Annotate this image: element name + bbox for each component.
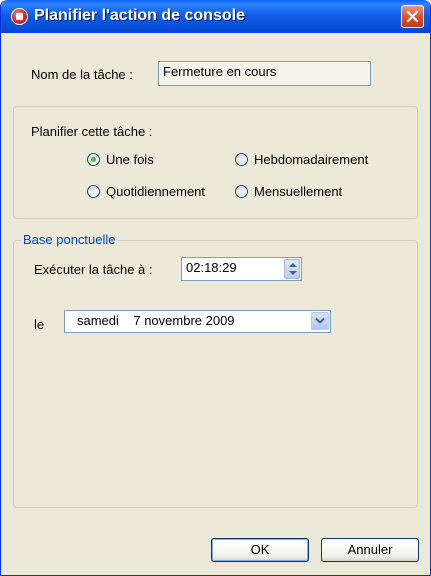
time-spinner[interactable]: 02:18:29 xyxy=(181,257,302,281)
radio-once-label: Une fois xyxy=(106,152,154,167)
radio-daily[interactable]: Quotidiennement xyxy=(87,184,205,199)
ok-button[interactable]: OK xyxy=(211,538,309,562)
window-title: Planifier l'action de console xyxy=(34,7,245,24)
cancel-button[interactable]: Annuler xyxy=(321,538,419,562)
close-icon xyxy=(406,10,419,23)
app-icon xyxy=(11,8,28,25)
radio-monthly-button[interactable] xyxy=(235,185,248,198)
title-bar[interactable]: Planifier l'action de console xyxy=(1,0,430,33)
chevron-down-icon xyxy=(315,317,325,324)
radio-weekly[interactable]: Hebdomadairement xyxy=(235,152,368,167)
base-group-legend: Base ponctuelle xyxy=(21,232,118,247)
radio-weekly-label: Hebdomadairement xyxy=(254,152,369,167)
spin-arrows-icon[interactable] xyxy=(284,259,300,279)
spin-up-icon[interactable] xyxy=(289,263,297,267)
radio-monthly-label: Mensuellement xyxy=(254,184,343,199)
radio-once[interactable]: Une fois xyxy=(87,152,154,167)
radio-monthly[interactable]: Mensuellement xyxy=(235,184,342,199)
radio-weekly-button[interactable] xyxy=(235,153,248,166)
radio-daily-label: Quotidiennement xyxy=(106,184,206,199)
time-value: 02:18:29 xyxy=(186,260,237,275)
dialog-window: Planifier l'action de console Nom de la … xyxy=(0,0,431,576)
task-name-field[interactable]: Fermeture en cours xyxy=(158,61,371,86)
date-label: le xyxy=(34,317,45,332)
spin-down-icon[interactable] xyxy=(289,271,297,275)
radio-once-button[interactable] xyxy=(87,153,100,166)
date-dropdown-button[interactable] xyxy=(311,312,329,330)
task-name-label: Nom de la tâche : xyxy=(31,67,133,82)
schedule-label: Planifier cette tâche : xyxy=(31,124,153,139)
task-name-value: Fermeture en cours xyxy=(163,64,277,79)
date-value: samedi 7 novembre 2009 xyxy=(77,313,235,328)
date-picker[interactable]: samedi 7 novembre 2009 xyxy=(64,310,331,333)
close-button[interactable] xyxy=(401,5,424,28)
time-label: Exécuter la tâche à : xyxy=(34,262,153,277)
radio-daily-button[interactable] xyxy=(87,185,100,198)
